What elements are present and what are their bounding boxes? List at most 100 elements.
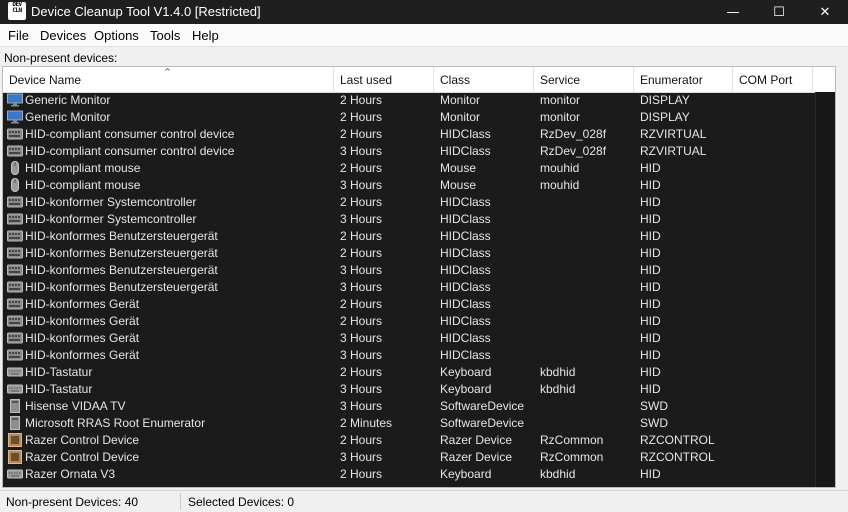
cell-enumerator: HID [640,365,661,379]
cell-enumerator: HID [640,246,661,260]
column-header-class[interactable]: Class [434,67,534,92]
column-header-label: Device Name [9,73,82,87]
cell-device-name: Razer Control Device [25,433,140,447]
menu-devices[interactable]: Devices [40,28,86,43]
cell-class: HIDClass [440,144,491,158]
cell-service: kbdhid [540,467,576,481]
cell-enumerator: HID [640,280,661,294]
table-row[interactable]: Razer Control Device 3 Hours Razer Device R… [3,449,835,466]
razer-device-icon [7,450,23,464]
table-row[interactable]: HID-konformer Systemcontroller 3 Hours HID… [3,211,835,228]
table-row[interactable]: HID-compliant mouse 3 Hours Mouse mouhid HID [3,177,835,194]
keyboard-icon [7,365,23,379]
cell-class: Razer Device [440,433,513,447]
table-row[interactable]: HID-compliant consumer control device 2 H… [3,126,835,143]
cell-device-name: HID-konformes Gerät [25,348,140,362]
cell-enumerator: DISPLAY [640,93,690,107]
cell-last-used: 3 Hours [340,331,383,345]
device-list[interactable]: Device Name ⌃ Last used Class Service En… [2,66,836,488]
close-icon: ✕ [819,4,831,20]
cell-enumerator: SWD [640,399,668,413]
software-device-icon [7,399,23,413]
cell-service [540,279,634,296]
table-row[interactable]: Microsoft RRAS Root Enumerator 2 Minutes S… [3,415,835,432]
cell-com-port [739,228,813,245]
minimize-button[interactable]: — [710,0,756,24]
cell-com-port [739,126,813,143]
table-row[interactable]: HID-konformer Systemcontroller 2 Hours HID… [3,194,835,211]
maximize-icon: ☐ [773,4,785,20]
cell-service: mouhid [540,178,580,192]
cell-service: monitor [540,110,581,124]
table-row[interactable]: HID-konformes Benutzersteuergerät 3 Hours… [3,262,835,279]
menu-file[interactable]: File [8,28,29,43]
table-row[interactable]: HID-konformes Benutzersteuergerät 2 Hours… [3,245,835,262]
table-row[interactable]: HID-konformes Gerät 3 Hours HIDClass HID [3,330,835,347]
cell-last-used: 2 Hours [340,229,383,243]
cell-service [540,245,634,262]
column-header-service[interactable]: Service [534,67,634,92]
cell-last-used: 2 Hours [340,195,383,209]
table-row[interactable]: HID-konformes Benutzersteuergerät 2 Hours… [3,228,835,245]
table-row[interactable]: HID-konformes Gerät 3 Hours HIDClass HID [3,347,835,364]
cell-service [540,228,634,245]
cell-last-used: 3 Hours [340,280,383,294]
cell-last-used: 3 Hours [340,212,383,226]
column-header-com-port[interactable]: COM Port [733,67,813,92]
column-header-enumerator[interactable]: Enumerator [634,67,733,92]
cell-last-used: 2 Hours [340,433,383,447]
table-row[interactable]: HID-konformes Benutzersteuergerät 3 Hours… [3,279,835,296]
cell-last-used: 2 Hours [340,93,383,107]
cell-enumerator: HID [640,297,661,311]
cell-class: HIDClass [440,195,491,209]
table-row[interactable]: Razer Ornata V3 2 Hours Keyboard kbdhid HID [3,466,835,483]
cell-service: kbdhid [540,365,576,379]
cell-device-name: HID-konformes Gerät [25,331,140,345]
cell-last-used: 2 Hours [340,314,383,328]
title-bar[interactable]: DEV CLN Device Cleanup Tool V1.4.0 [Rest… [0,0,848,24]
table-row[interactable]: HID-compliant mouse 2 Hours Mouse mouhid HID [3,160,835,177]
cell-device-name: Microsoft RRAS Root Enumerator [25,416,206,430]
maximize-button[interactable]: ☐ [756,0,802,24]
status-selected-count: Selected Devices: 0 [188,495,295,509]
razer-device-icon [7,433,23,447]
menu-bar: File Devices Options Tools Help [0,24,848,47]
menu-tools[interactable]: Tools [150,28,180,43]
table-row[interactable]: Generic Monitor 2 Hours Monitor monitor DISP… [3,92,835,109]
cell-com-port [739,245,813,262]
cell-device-name: HID-compliant mouse [25,161,141,175]
cell-class: HIDClass [440,246,491,260]
cell-device-name: Hisense VIDAA TV [25,399,126,413]
menu-help[interactable]: Help [192,28,219,43]
hid-device-icon [7,195,23,209]
cell-class: Monitor [440,93,481,107]
monitor-icon [7,110,23,124]
cell-device-name: Razer Control Device [25,450,140,464]
cell-device-name: HID-Tastatur [25,382,93,396]
close-button[interactable]: ✕ [802,0,848,24]
table-row[interactable]: HID-Tastatur 2 Hours Keyboard kbdhid HID [3,364,835,381]
keyboard-icon [7,382,23,396]
cell-class: HIDClass [440,127,491,141]
cell-device-name: Razer Ornata V3 [25,467,116,481]
cell-com-port [739,364,813,381]
table-row[interactable]: Generic Monitor 2 Hours Monitor monitor DISP… [3,109,835,126]
table-row[interactable]: Razer Control Device 2 Hours Razer Device R… [3,432,835,449]
hid-device-icon [7,212,23,226]
table-row[interactable]: HID-compliant consumer control device 3 H… [3,143,835,160]
cell-class: HIDClass [440,229,491,243]
table-row[interactable]: HID-Tastatur 3 Hours Keyboard kbdhid HID [3,381,835,398]
vertical-scrollbar[interactable] [815,92,835,487]
column-header-last-used[interactable]: Last used [334,67,434,92]
device-rows: Generic Monitor 2 Hours Monitor monitor DISP… [3,92,835,483]
table-row[interactable]: HID-konformes Gerät 2 Hours HIDClass HID [3,296,835,313]
cell-service [540,415,634,432]
cell-last-used: 3 Hours [340,144,383,158]
menu-options[interactable]: Options [94,28,139,43]
column-header-device-name[interactable]: Device Name ⌃ [3,67,334,92]
mouse-icon [7,178,23,192]
cell-last-used: 3 Hours [340,263,383,277]
table-row[interactable]: HID-konformes Gerät 2 Hours HIDClass HID [3,313,835,330]
table-row[interactable]: Hisense VIDAA TV 3 Hours SoftwareDevice SWD [3,398,835,415]
cell-device-name: HID-konformes Gerät [25,297,140,311]
